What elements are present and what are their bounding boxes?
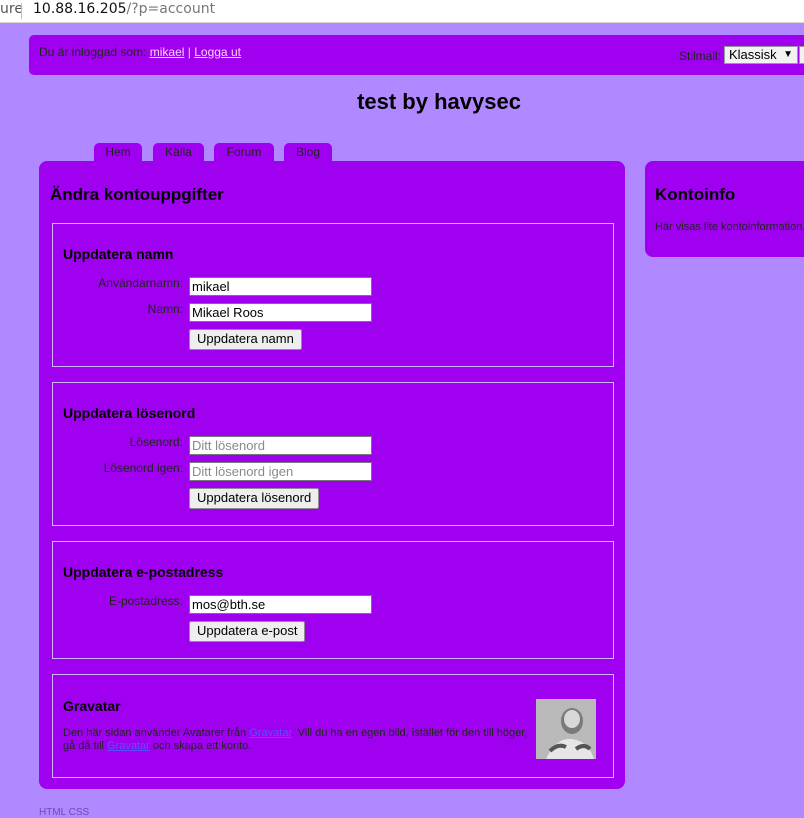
name-label: Namn: <box>147 302 183 316</box>
stylesheet-label: Stilmall: <box>679 49 722 63</box>
update-password-section: Uppdatera lösenord Lösenord: Ditt löseno… <box>52 382 614 526</box>
account-info-text: Här visas lite kontoinformation. <box>655 221 804 233</box>
account-info-title: Kontoinfo <box>655 185 736 204</box>
url-host: 10.88.16.205 <box>33 1 127 17</box>
gravatar-link-2[interactable]: Gravatar <box>107 740 150 752</box>
username-link[interactable]: mikael <box>150 45 185 59</box>
gravatar-title: Gravatar <box>63 698 121 714</box>
avatar <box>536 699 596 759</box>
username-field[interactable]: mikael <box>189 277 372 296</box>
update-name-title: Uppdatera namn <box>63 246 174 262</box>
update-name-section: Uppdatera namn Användarnamn: mikael Namn… <box>52 223 614 367</box>
login-bar: Du är inloggad som: mikael | Logga ut St… <box>29 35 804 75</box>
email-label: E-postadress: <box>108 594 183 608</box>
login-status: Du är inloggad som: mikael | Logga ut <box>39 45 241 59</box>
tab-hem[interactable]: Hem <box>94 143 142 162</box>
password-again-field[interactable]: Ditt lösenord igen <box>189 462 372 481</box>
url-path: /?p=account <box>126 1 216 17</box>
address-divider <box>21 3 22 19</box>
email-field[interactable]: mos@bth.se <box>189 595 372 614</box>
gravatar-text-part: och skapa ett konto. <box>149 740 252 752</box>
update-email-button[interactable]: Uppdatera e-post <box>189 621 306 642</box>
tab-forum[interactable]: Forum <box>214 143 274 162</box>
stylesheet-selected-value: Klassisk <box>729 47 777 62</box>
update-name-button[interactable]: Uppdatera namn <box>189 329 302 350</box>
secure-indicator-text: ure <box>0 1 23 17</box>
name-field[interactable]: Mikael Roos <box>189 303 372 322</box>
update-email-section: Uppdatera e-postadress E-postadress: mos… <box>52 541 614 659</box>
password-again-label: Lösenord igen: <box>103 461 183 475</box>
footer-validators[interactable]: HTML CSS <box>39 807 89 818</box>
browser-address-bar[interactable]: ure 10.88.16.205/?p=account <box>0 0 804 23</box>
tab-kalla[interactable]: Källa <box>153 143 204 162</box>
username-label: Användarnamn: <box>98 276 183 290</box>
logout-link[interactable]: Logga ut <box>194 45 241 59</box>
update-email-title: Uppdatera e-postadress <box>63 564 224 580</box>
gravatar-link-1[interactable]: Gravatar <box>249 727 291 739</box>
login-separator: | <box>187 45 191 59</box>
address-url[interactable]: 10.88.16.205/?p=account <box>33 1 215 17</box>
page-title: Ändra kontouppgifter <box>50 185 224 204</box>
password-field[interactable]: Ditt lösenord <box>189 436 372 455</box>
update-password-button[interactable]: Uppdatera lösenord <box>189 488 320 509</box>
logged-in-label: Du är inloggad som: <box>39 45 147 59</box>
gravatar-description: Den här sidan använder Avatarer från Gra… <box>63 727 533 753</box>
gravatar-text-part: Den här sidan använder Avatarer från <box>63 727 250 739</box>
stylesheet-select[interactable]: Klassisk ▼ <box>724 46 798 64</box>
tab-blog[interactable]: Blog <box>284 143 332 162</box>
chevron-down-icon: ▼ <box>783 49 793 60</box>
site-title: test by havysec <box>357 89 521 114</box>
update-password-title: Uppdatera lösenord <box>63 405 196 421</box>
stylesheet-apply-button[interactable] <box>799 46 804 64</box>
password-label: Lösenord: <box>129 435 183 449</box>
account-panel: Ändra kontouppgifter Uppdatera namn Anvä… <box>39 161 625 789</box>
account-info-panel: Kontoinfo Här visas lite kontoinformatio… <box>645 161 804 257</box>
gravatar-section: Gravatar Den här sidan använder Avatarer… <box>52 674 614 778</box>
